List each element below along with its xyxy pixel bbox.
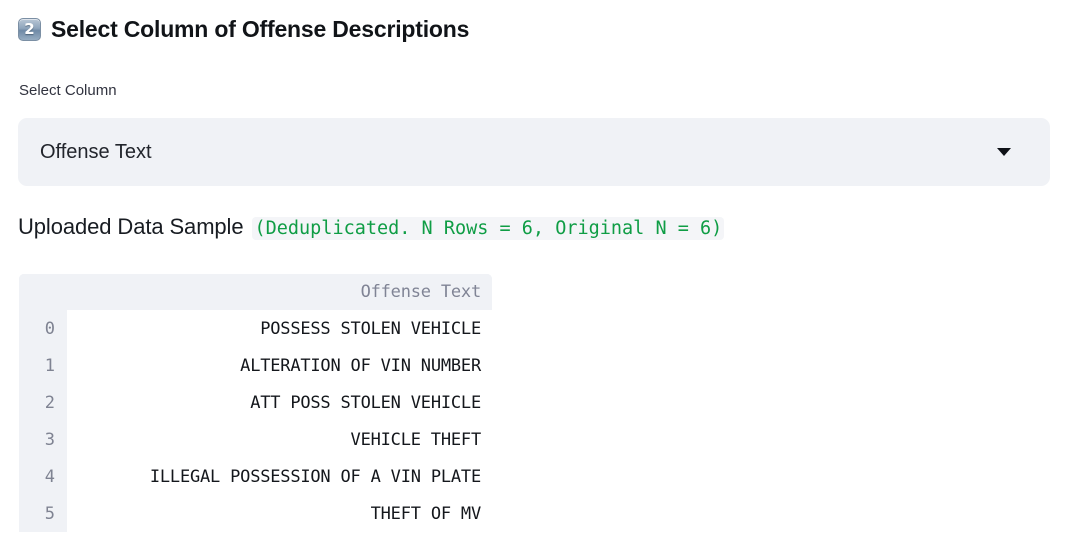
table-cell-offense-text: VEHICLE THEFT <box>67 421 492 458</box>
uploaded-data-sample-heading: Uploaded Data Sample (Deduplicated. N Ro… <box>18 214 725 240</box>
table-row-index: 4 <box>19 458 67 495</box>
table-header-row: Offense Text <box>19 274 492 310</box>
keycap-two-icon: 2 <box>18 17 41 41</box>
select-column-dropdown[interactable]: Offense Text <box>18 118 1050 186</box>
section-header: 2 Select Column of Offense Descriptions <box>18 12 469 46</box>
table-cell-offense-text: ILLEGAL POSSESSION OF A VIN PLATE <box>67 458 492 495</box>
table-row[interactable]: 5 THEFT OF MV <box>19 495 492 532</box>
table-index-header <box>19 274 67 310</box>
chevron-down-icon[interactable] <box>997 148 1011 156</box>
select-column-label: Select Column <box>19 82 117 99</box>
dedup-summary-code: (Deduplicated. N Rows = 6, Original N = … <box>252 217 725 240</box>
table-row[interactable]: 1 ALTERATION OF VIN NUMBER <box>19 347 492 384</box>
table-cell-offense-text: POSSESS STOLEN VEHICLE <box>67 310 492 347</box>
table-body: 0 POSSESS STOLEN VEHICLE 1 ALTERATION OF… <box>19 310 492 532</box>
table-row-index: 0 <box>19 310 67 347</box>
table-row[interactable]: 0 POSSESS STOLEN VEHICLE <box>19 310 492 347</box>
table-cell-offense-text: ATT POSS STOLEN VEHICLE <box>67 384 492 421</box>
uploaded-data-table[interactable]: Offense Text 0 POSSESS STOLEN VEHICLE 1 … <box>19 274 492 532</box>
table-row[interactable]: 4 ILLEGAL POSSESSION OF A VIN PLATE <box>19 458 492 495</box>
table-column-header-offense-text: Offense Text <box>67 274 492 310</box>
uploaded-data-sample-title: Uploaded Data Sample <box>18 214 244 239</box>
table-row[interactable]: 2 ATT POSS STOLEN VEHICLE <box>19 384 492 421</box>
page-title: Select Column of Offense Descriptions <box>51 15 470 42</box>
table-cell-offense-text: ALTERATION OF VIN NUMBER <box>67 347 492 384</box>
table-row-index: 3 <box>19 421 67 458</box>
table-row-index: 5 <box>19 495 67 532</box>
table-row-index: 1 <box>19 347 67 384</box>
table-cell-offense-text: THEFT OF MV <box>67 495 492 532</box>
select-column-value: Offense Text <box>40 141 152 163</box>
table-row-index: 2 <box>19 384 67 421</box>
app-page: 2 Select Column of Offense Descriptions … <box>0 0 1080 554</box>
table-row[interactable]: 3 VEHICLE THEFT <box>19 421 492 458</box>
